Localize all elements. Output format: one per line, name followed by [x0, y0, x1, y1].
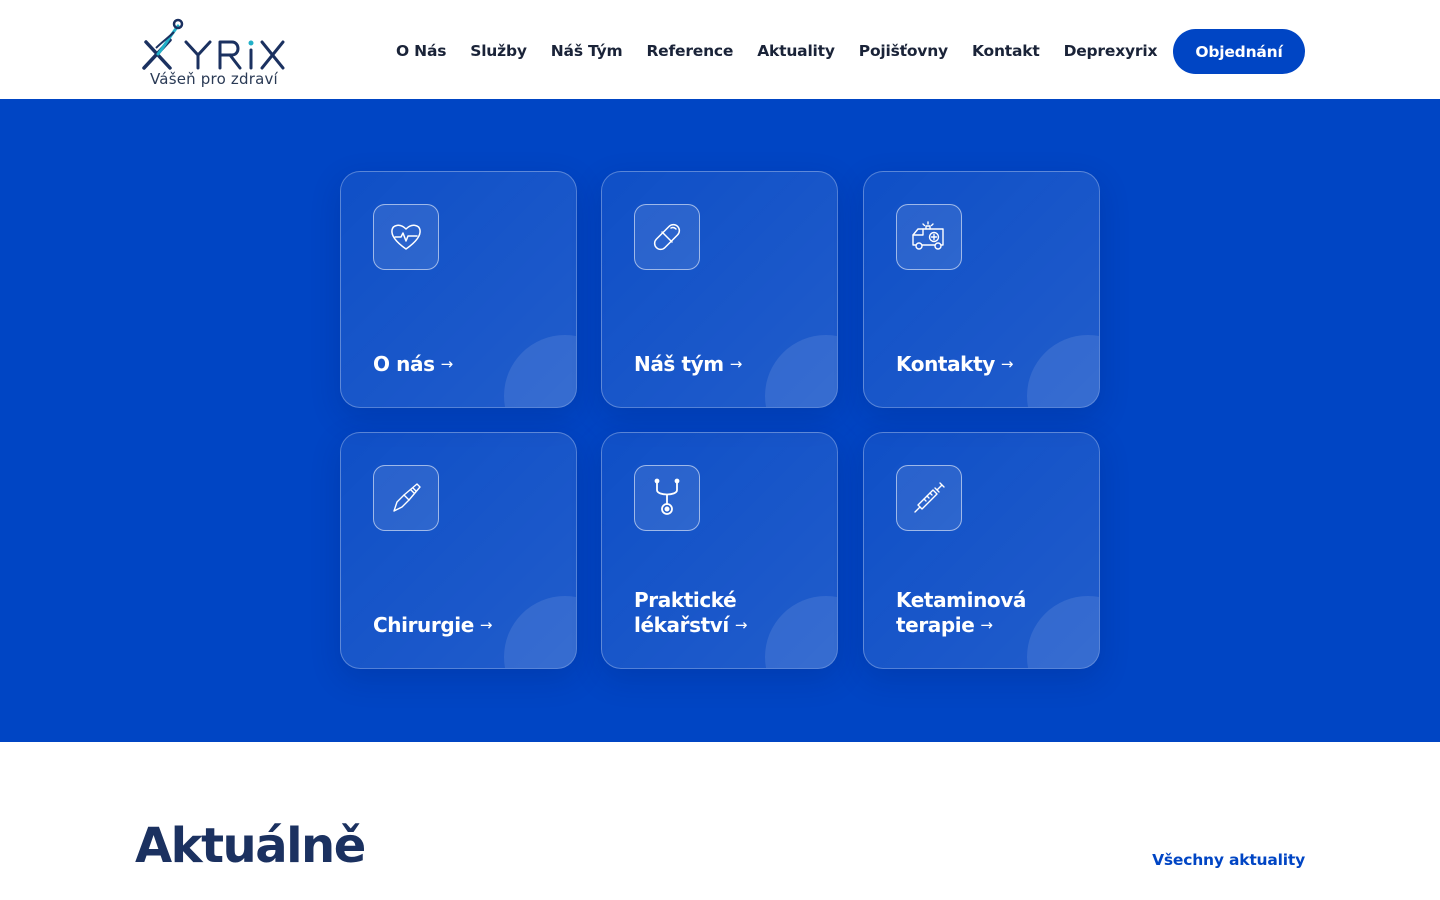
syringe-icon [914, 482, 945, 513]
nav-item-deprexyrix[interactable]: Deprexyrix [1064, 42, 1158, 60]
nav-item-pojistovny[interactable]: Pojišťovny [859, 42, 948, 60]
ambulance-icon [912, 221, 944, 250]
xyrix-logo-icon [142, 18, 285, 70]
arrow-right-icon: → [734, 616, 748, 634]
card-label: Kontakty → [896, 352, 1014, 376]
nav-item-aktuality[interactable]: Aktuality [757, 42, 835, 60]
card-prakticke-lekarstvi[interactable]: Praktické lékařství → [601, 432, 838, 669]
card-ketaminova-terapie[interactable]: Ketaminová terapie → [863, 432, 1100, 669]
arrow-right-icon: → [1000, 355, 1014, 373]
card-label: Náš tým → [634, 352, 743, 376]
card-kontakty[interactable]: Kontakty → [863, 171, 1100, 408]
hero-section: O nás → Náš tým → Kontakty → Chirurgie →… [0, 99, 1440, 742]
card-icon-box [896, 204, 962, 270]
heart-pulse-icon [391, 224, 421, 250]
arrow-right-icon: → [479, 616, 493, 634]
card-icon-box [373, 204, 439, 270]
nav-item-reference[interactable]: Reference [646, 42, 733, 60]
card-icon-box [896, 465, 962, 531]
nav-item-sluzby[interactable]: Služby [470, 42, 527, 60]
nav-item-o-nas[interactable]: O Nás [396, 42, 446, 60]
card-nas-tym[interactable]: Náš tým → [601, 171, 838, 408]
nav-item-nas-tym[interactable]: Náš Tým [551, 42, 623, 60]
card-label: Praktické lékařství → [634, 588, 748, 637]
card-label: Chirurgie → [373, 613, 493, 637]
scalpel-icon [393, 483, 421, 512]
arrow-right-icon: → [440, 355, 454, 373]
site-header: Vášeň pro zdraví O Nás Služby Náš Tým Re… [0, 0, 1440, 99]
news-section-title: Aktuálně [135, 818, 366, 874]
nav-item-kontakt[interactable]: Kontakt [972, 42, 1040, 60]
booking-button[interactable]: Objednání [1173, 29, 1305, 74]
card-chirurgie[interactable]: Chirurgie → [340, 432, 577, 669]
all-news-link[interactable]: Všechny aktuality [1152, 851, 1305, 869]
card-icon-box [373, 465, 439, 531]
pill-icon [653, 223, 681, 251]
card-label: O nás → [373, 352, 454, 376]
card-icon-box [634, 204, 700, 270]
arrow-right-icon: → [729, 355, 743, 373]
card-icon-box [634, 465, 700, 531]
arrow-right-icon: → [980, 616, 993, 634]
card-label: Ketaminová terapie → [896, 588, 1026, 637]
logo[interactable]: Vášeň pro zdraví [140, 18, 290, 90]
main-nav: O Nás Služby Náš Tým Reference Aktuality… [384, 38, 1169, 64]
stethoscope-icon [654, 478, 680, 515]
card-o-nas[interactable]: O nás → [340, 171, 577, 408]
logo-tagline: Vášeň pro zdraví [150, 70, 278, 88]
